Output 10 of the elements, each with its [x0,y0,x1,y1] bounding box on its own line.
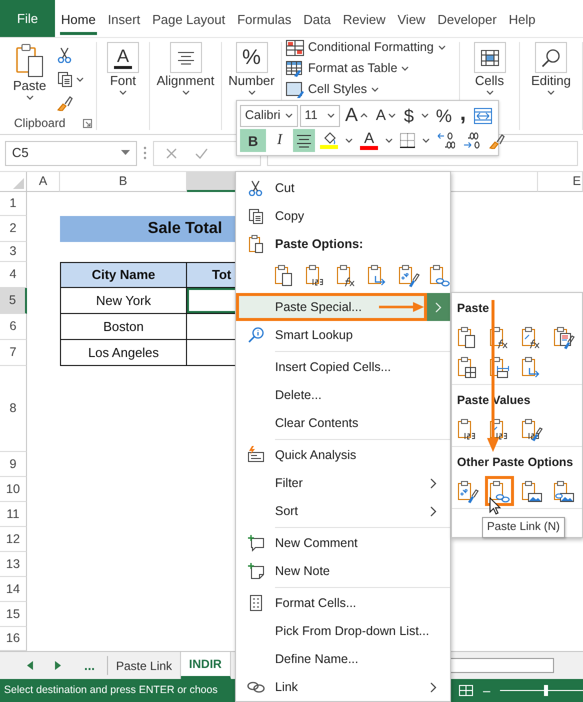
table-cell: New York [60,288,187,314]
table-cell: Los Angeles [60,340,187,366]
section-heading: Paste [456,300,490,316]
section-heading: Paste Values [456,392,532,408]
section-heading: Other Paste Options [456,454,574,470]
header-cell: City Name [60,262,187,288]
status-message: Select destination and press ENTER or choos [3,682,218,698]
table-cell: Boston [60,314,187,340]
group-label: Clipboard [14,115,66,132]
tooltip: Paste Link (N) [482,517,565,538]
